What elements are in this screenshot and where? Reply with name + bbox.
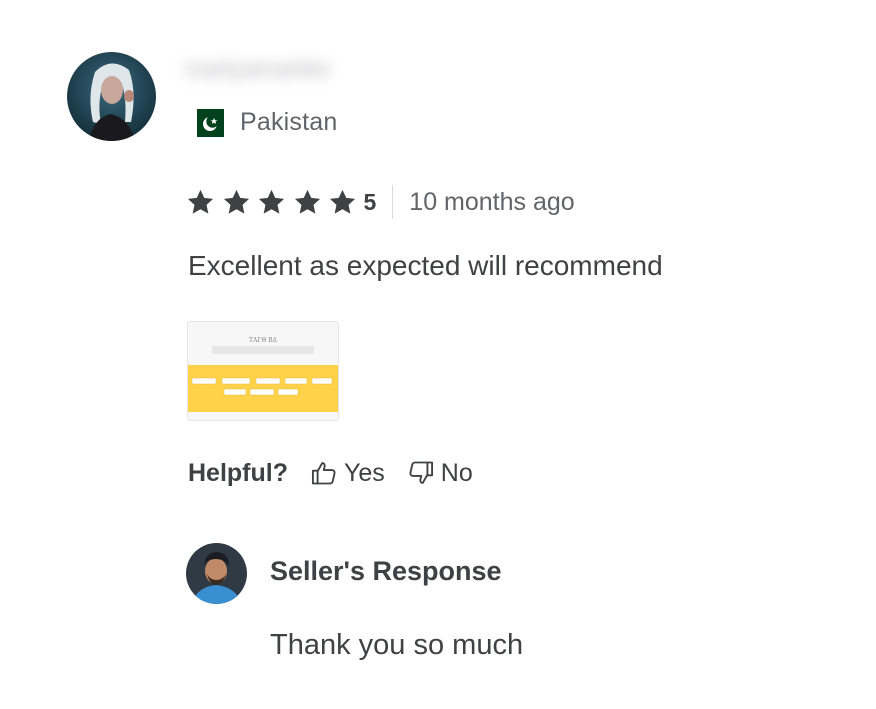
helpful-yes-button[interactable]: Yes	[310, 459, 385, 488]
review-attachment-image[interactable]: ΤΑΓΘ ΒΔ	[187, 321, 339, 421]
helpful-no-button[interactable]: No	[407, 459, 473, 488]
helpful-label: Helpful?	[188, 458, 288, 487]
helpful-no-label: No	[440, 458, 473, 487]
helpful-row: Helpful? Yes No	[188, 456, 495, 490]
attachment-header-text: ΤΑΓΘ ΒΔ	[249, 337, 278, 344]
star-icon	[329, 189, 356, 214]
pakistan-flag-icon	[190, 108, 224, 137]
rating-value: 5	[363, 188, 377, 215]
seller-response-title: Seller's Response	[270, 556, 502, 586]
seller-response-text: Thank you so much	[270, 629, 524, 661]
star-icon	[223, 189, 249, 214]
review-text: Excellent as expected will recommend	[188, 250, 663, 281]
star-rating	[186, 188, 364, 217]
helpful-yes-label: Yes	[344, 458, 385, 487]
thumbs-up-icon	[311, 462, 336, 485]
star-icon	[294, 189, 320, 214]
rating-row: 5 10 months ago	[186, 185, 575, 219]
thumbs-down-icon	[409, 461, 433, 484]
rating-divider	[392, 185, 394, 219]
country-name: Pakistan	[240, 108, 338, 136]
star-icon	[187, 189, 214, 214]
review-time-ago: 10 months ago	[409, 187, 575, 216]
star-icon	[258, 189, 285, 214]
reviewer-country: Pakistan	[190, 108, 338, 137]
reviewer-avatar[interactable]	[67, 52, 156, 141]
seller-avatar[interactable]	[186, 543, 247, 604]
reviewer-username[interactable]: marlyamariter	[185, 55, 332, 85]
